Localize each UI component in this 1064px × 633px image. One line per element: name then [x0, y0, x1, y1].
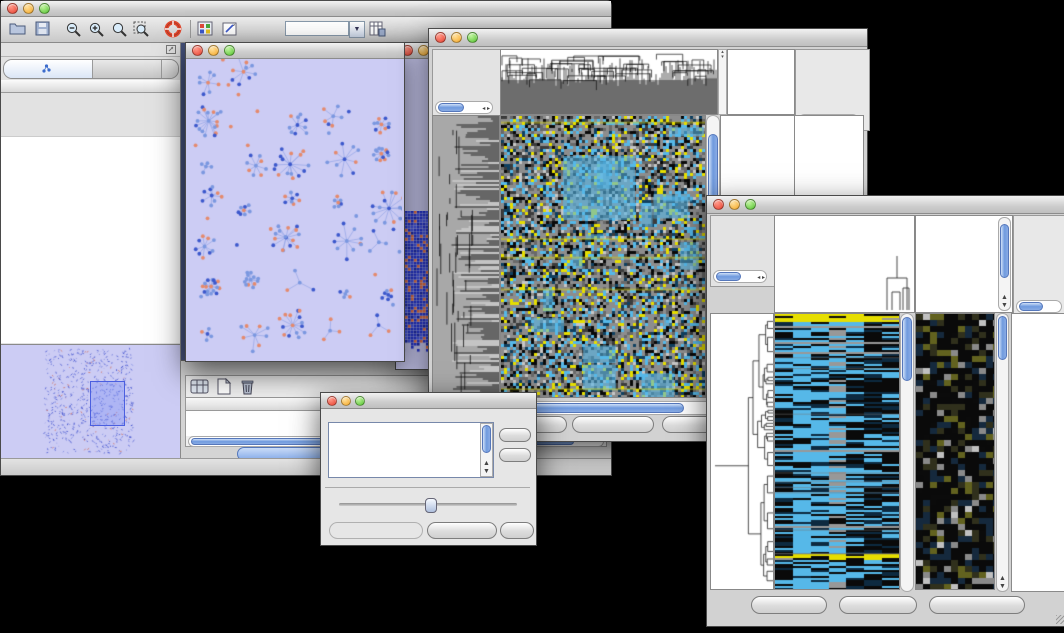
treeview-window-2: ◂ ▸ ▲▼ ▲▼	[706, 195, 1064, 627]
map-colors-dialog: ▲▼	[320, 392, 537, 546]
tv2-heatmap-vscrollbar[interactable]	[900, 313, 914, 592]
annotation-icon[interactable]	[222, 21, 239, 42]
minimize-button[interactable]	[208, 45, 219, 56]
open-file-icon[interactable]	[9, 21, 27, 42]
close-button[interactable]	[327, 396, 337, 406]
network-tab-icon	[42, 60, 51, 78]
tv1-column-labels-panel[interactable]	[727, 49, 795, 115]
zoom-button[interactable]	[39, 3, 50, 14]
slider-thumb[interactable]	[425, 498, 437, 513]
map-node-attributes-icon[interactable]	[197, 21, 214, 42]
minimize-button[interactable]	[23, 3, 34, 14]
zoom-in-icon[interactable]	[88, 21, 105, 43]
tv2-heatmap[interactable]	[774, 313, 900, 590]
tv2-global-heatmap[interactable]	[915, 313, 995, 590]
tv2-global-vscrollbar[interactable]: ▲▼	[996, 313, 1009, 592]
move-up-button[interactable]	[499, 428, 531, 442]
close-button[interactable]	[192, 45, 203, 56]
tv1-row-labels	[795, 116, 863, 120]
desktop: ▼	[0, 0, 1064, 633]
attribute-list-vscrollbar[interactable]: ▲▼	[480, 423, 493, 477]
minimize-button[interactable]	[451, 32, 462, 43]
tv2-export-graphics-button[interactable]	[929, 596, 1025, 614]
minimize-button[interactable]	[341, 396, 351, 406]
zoom-button[interactable]	[224, 45, 235, 56]
tv1-col-labels	[728, 50, 794, 116]
zoom-button[interactable]	[745, 199, 756, 210]
attribute-listbox[interactable]: ▲▼	[328, 422, 494, 478]
usage-hints-hscrollbar[interactable]	[1016, 300, 1062, 313]
close-button[interactable]	[435, 32, 446, 43]
tv2-settings-button[interactable]	[751, 596, 827, 614]
zoom-button[interactable]	[355, 396, 365, 406]
search-dropdown-button[interactable]: ▼	[349, 21, 365, 38]
network-graph-canvas[interactable]	[186, 59, 402, 360]
tv2-column-labels-panel[interactable]: ▲▼	[915, 215, 1013, 313]
view-status-hscrollbar[interactable]: ◂ ▸	[435, 101, 493, 114]
tab-network[interactable]	[4, 60, 93, 78]
tv1-row-dendrogram[interactable]	[432, 115, 500, 398]
tv2-row-labels	[1012, 314, 1064, 316]
tv1-export-graphics-button[interactable]	[572, 416, 654, 433]
tv2-row-dendrogram[interactable]	[710, 313, 774, 590]
attribute-list	[329, 423, 493, 477]
network-view-window-1	[185, 42, 405, 362]
done-button[interactable]	[500, 522, 534, 539]
tv1-slim-scrollbar[interactable]: ▴▾	[718, 49, 727, 115]
view-status-hscrollbar[interactable]: ◂ ▸	[713, 270, 767, 283]
animate-vizmap-button[interactable]	[329, 522, 423, 539]
save-session-icon[interactable]	[35, 21, 51, 42]
zoom-fit-icon[interactable]	[111, 21, 128, 43]
close-button[interactable]	[713, 199, 724, 210]
create-vizmap-button[interactable]	[427, 522, 497, 539]
network-tree-empty-area[interactable]	[1, 136, 180, 343]
zoom-button[interactable]	[467, 32, 478, 43]
move-down-button[interactable]	[499, 448, 531, 462]
tv2-col-labels-vscrollbar[interactable]: ▲▼	[998, 217, 1011, 311]
tv1-heatmap[interactable]	[500, 115, 706, 398]
main-titlebar[interactable]	[1, 1, 611, 17]
zoom-selected-region-icon[interactable]	[133, 21, 150, 43]
tv2-view-status: ◂ ▸	[710, 215, 778, 287]
import-table-icon[interactable]	[369, 21, 386, 42]
birds-eye-viewport-rect[interactable]	[90, 381, 125, 426]
float-panel-icon[interactable]	[166, 41, 176, 59]
network-table-header[interactable]	[1, 80, 180, 93]
close-button[interactable]	[7, 3, 18, 14]
birds-eye-view[interactable]	[1, 344, 180, 459]
search-input[interactable]	[285, 21, 349, 36]
tv2-usage-hints	[1013, 215, 1064, 317]
tv2-save-data-button[interactable]	[839, 596, 917, 614]
tab-vizmapper[interactable]	[93, 60, 162, 78]
tab-more-button[interactable]	[162, 60, 178, 78]
tv1-view-status: ◂ ▸	[432, 49, 504, 118]
tv1-column-dendrogram[interactable]	[500, 49, 718, 115]
zoom-out-icon[interactable]	[65, 21, 82, 43]
control-panel	[1, 43, 181, 459]
toolbar-separator	[190, 20, 191, 38]
tv2-row-labels-panel[interactable]	[1011, 313, 1064, 592]
tv2-column-dendrogram[interactable]	[774, 215, 915, 313]
minimize-button[interactable]	[729, 199, 740, 210]
speed-slider[interactable]	[339, 503, 517, 506]
animation-speed-group	[325, 487, 530, 520]
resize-grip[interactable]	[1056, 615, 1064, 624]
